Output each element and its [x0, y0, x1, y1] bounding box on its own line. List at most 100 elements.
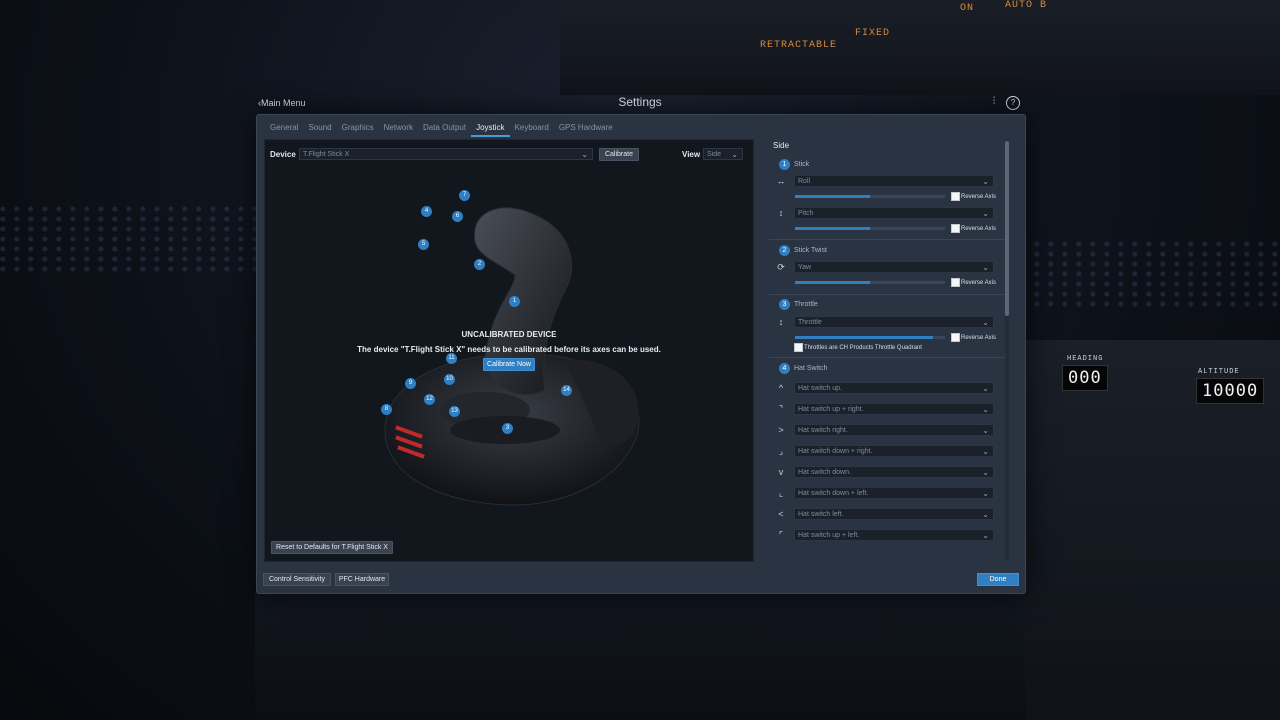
- joystick-button-badge[interactable]: 3: [502, 423, 513, 434]
- chevron-down-icon: ⌄: [731, 150, 738, 159]
- joystick-button-badge[interactable]: 11: [446, 353, 457, 364]
- section-number-badge: 1: [779, 159, 790, 170]
- joystick-view-pane: Device T.Flight Stick X ⌄ Calibrate View…: [264, 139, 754, 562]
- section-title: Stick: [794, 161, 810, 168]
- tab-joystick[interactable]: Joystick: [471, 119, 510, 137]
- hat-select-value: Hat switch down.: [798, 469, 851, 476]
- joystick-button-badge[interactable]: 8: [381, 404, 392, 415]
- joystick-button-badge[interactable]: 10: [444, 374, 455, 385]
- cockpit-heading-readout: 000: [1062, 365, 1108, 391]
- reverse-axis-checkbox[interactable]: [951, 224, 960, 233]
- view-select[interactable]: Side ⌄: [703, 148, 743, 160]
- joystick-button-badge[interactable]: 9: [405, 378, 416, 389]
- hat-select-down-left[interactable]: Hat switch down + left. ⌄: [794, 487, 994, 499]
- control-sensitivity-button[interactable]: Control Sensitivity: [263, 573, 331, 586]
- hat-select-right[interactable]: Hat switch right. ⌄: [794, 424, 994, 436]
- cockpit-altitude-readout: 10000: [1196, 378, 1265, 404]
- axis-level-fill: [795, 336, 933, 339]
- hat-select-value: Hat switch up + left.: [798, 532, 860, 539]
- device-label: Device: [270, 150, 296, 159]
- axis-assignment-pane: Side 1 Stick ↔ Roll ⌄ Reverse Axis ↕ Pit…: [769, 139, 1013, 560]
- view-select-value: Side: [707, 151, 722, 158]
- section-number-badge: 4: [779, 363, 790, 374]
- hat-select-value: Hat switch up + right.: [798, 406, 864, 413]
- scrollbar[interactable]: [1005, 139, 1009, 560]
- tab-gps-hardware[interactable]: GPS Hardware: [554, 119, 618, 135]
- axis-level-throttle: [795, 336, 945, 339]
- axis-level-fill: [795, 227, 870, 230]
- help-icon[interactable]: ?: [1006, 96, 1020, 110]
- chevron-down-icon: ⌄: [982, 405, 989, 414]
- cockpit-lower-panel: [255, 592, 1025, 720]
- reverse-axis-checkbox[interactable]: [951, 333, 960, 342]
- ch-products-checkbox[interactable]: [794, 343, 803, 352]
- hat-right-icon: >: [778, 425, 784, 435]
- done-button[interactable]: Done: [977, 573, 1019, 586]
- hat-select-down-right[interactable]: Hat switch down + right. ⌄: [794, 445, 994, 457]
- chevron-down-icon: ⌄: [982, 447, 989, 456]
- chevron-down-icon: ⌄: [581, 150, 588, 159]
- hat-up-right-icon: ⌝: [778, 404, 784, 414]
- calibrate-button[interactable]: Calibrate: [599, 148, 639, 161]
- cockpit-overhead-panel: [560, 0, 1280, 95]
- axis-select-throttle[interactable]: Throttle ⌄: [794, 316, 994, 328]
- hat-select-up-right[interactable]: Hat switch up + right. ⌄: [794, 403, 994, 415]
- hat-select-up-left[interactable]: Hat switch up + left. ⌄: [794, 529, 994, 541]
- reverse-axis-checkbox[interactable]: [951, 192, 960, 201]
- joystick-button-badge[interactable]: 13: [449, 406, 460, 417]
- section-divider: [769, 239, 1005, 240]
- joystick-button-badge[interactable]: 6: [452, 211, 463, 222]
- section-divider: [769, 294, 1005, 295]
- scrollbar-thumb[interactable]: [1005, 141, 1009, 316]
- tab-data-output[interactable]: Data Output: [418, 119, 471, 135]
- hat-select-left[interactable]: Hat switch left. ⌄: [794, 508, 994, 520]
- section-title: Hat Switch: [794, 365, 828, 372]
- axis-select-yaw[interactable]: Yaw ⌄: [794, 261, 994, 273]
- chevron-down-icon: ⌄: [982, 384, 989, 393]
- uncalibrated-heading: UNCALIBRATED DEVICE: [461, 330, 557, 339]
- chevron-down-icon: ⌄: [982, 489, 989, 498]
- axis-select-value: Yaw: [798, 264, 812, 271]
- joystick-button-badge[interactable]: 14: [561, 385, 572, 396]
- ch-products-label: Throttles are CH Products Throttle Quadr…: [804, 345, 922, 351]
- cockpit-label-heading: HEADING: [1067, 355, 1104, 363]
- axis-select-pitch[interactable]: Pitch ⌄: [794, 207, 994, 219]
- section-number-badge: 3: [779, 299, 790, 310]
- tab-general[interactable]: General: [265, 119, 303, 135]
- chevron-down-icon: ⌄: [982, 426, 989, 435]
- joystick-button-badge[interactable]: 2: [474, 259, 485, 270]
- hat-select-down[interactable]: Hat switch down. ⌄: [794, 466, 994, 478]
- joystick-button-badge[interactable]: 4: [421, 206, 432, 217]
- hat-select-value: Hat switch down + right.: [798, 448, 873, 455]
- tab-keyboard[interactable]: Keyboard: [510, 119, 554, 135]
- hat-select-up[interactable]: Hat switch up. ⌄: [794, 382, 994, 394]
- chevron-down-icon: ⌄: [982, 263, 989, 272]
- city-lights-left: [0, 205, 260, 275]
- joystick-button-badge[interactable]: 5: [418, 239, 429, 250]
- sliders-icon[interactable]: ⫶: [988, 96, 1000, 108]
- chevron-down-icon: ⌄: [982, 318, 989, 327]
- axis-select-roll[interactable]: Roll ⌄: [794, 175, 994, 187]
- joystick-button-badge[interactable]: 7: [459, 190, 470, 201]
- cockpit-label-auto: AUTO B: [1005, 0, 1048, 11]
- horizontal-axis-icon: ↔: [776, 176, 786, 186]
- axis-level-roll: [795, 195, 945, 198]
- reverse-axis-checkbox[interactable]: [951, 278, 960, 287]
- hat-down-right-icon: ⌟: [778, 446, 784, 456]
- device-select[interactable]: T.Flight Stick X ⌄: [299, 148, 593, 160]
- axis-select-value: Roll: [798, 178, 811, 185]
- reset-defaults-button[interactable]: Reset to Defaults for T.Flight Stick X: [271, 541, 393, 554]
- chevron-down-icon: ⌄: [982, 531, 989, 540]
- tab-network[interactable]: Network: [379, 119, 418, 135]
- axis-select-value: Throttle: [798, 319, 822, 326]
- calibrate-now-button[interactable]: Calibrate Now: [483, 358, 535, 371]
- joystick-button-badge[interactable]: 12: [424, 394, 435, 405]
- axis-level-fill: [795, 281, 870, 284]
- hat-select-value: Hat switch left.: [798, 511, 844, 518]
- tab-graphics[interactable]: Graphics: [337, 119, 379, 135]
- joystick-button-badge[interactable]: 1: [509, 296, 520, 307]
- settings-dialog: General Sound Graphics Network Data Outp…: [256, 114, 1026, 594]
- reverse-axis-label: Reverse Axis: [961, 194, 997, 200]
- tab-sound[interactable]: Sound: [303, 119, 336, 135]
- pfc-hardware-button[interactable]: PFC Hardware: [335, 573, 389, 586]
